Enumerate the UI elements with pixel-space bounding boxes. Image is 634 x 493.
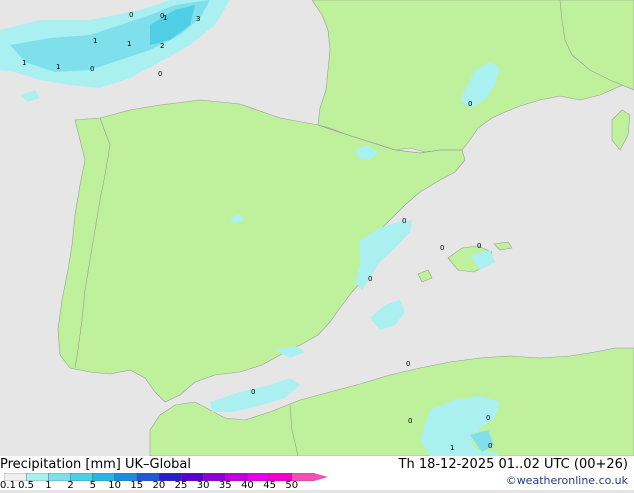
precip-label: 1 (127, 40, 131, 48)
map-title: Precipitation [mm] UK–Global (0, 457, 192, 472)
precipitation-map: 0 1 3 1 1 2 1 1 0 0 0 0 0 0 0 0 0 0 0 0 … (0, 0, 634, 490)
precip-label: 3 (196, 15, 200, 23)
valid-time: Th 18-12-2025 01..02 UTC (00+26) (398, 457, 629, 472)
scale-tick-label: 10 (108, 480, 121, 491)
precip-label: 0 (477, 242, 481, 250)
scale-tick-label: 30 (196, 480, 210, 491)
precip-label: 0 (440, 244, 444, 252)
precip-label: 0 (251, 388, 255, 396)
precip-label: 0 (160, 12, 164, 20)
precip-label: 0 (129, 11, 133, 19)
precip-label: 0 (488, 442, 492, 450)
scale-tick-label: 50 (285, 480, 299, 491)
legend-bar: Precipitation [mm] UK–Global Th 18-12-20… (0, 456, 634, 493)
precip-label: 0 (406, 360, 410, 368)
scale-tick-label: 15 (130, 480, 144, 491)
scale-tick-label: 0.5 (18, 480, 35, 491)
color-scale (4, 473, 328, 481)
scale-tick-label: 35 (218, 480, 232, 491)
scale-tick-label: 5 (89, 480, 96, 491)
precip-label: 2 (160, 42, 164, 50)
credit-link[interactable]: ©weatheronline.co.uk (506, 474, 628, 487)
precip-label: 1 (450, 444, 454, 452)
scale-tick-label: 0.1 (0, 480, 16, 491)
precip-label: 1 (93, 37, 97, 45)
precip-label: 1 (22, 59, 26, 67)
scale-arrow (314, 473, 328, 481)
precip-label: 1 (56, 63, 60, 71)
precip-label: 0 (90, 65, 94, 73)
precip-label: 0 (158, 70, 162, 78)
scale-tick-label: 2 (67, 480, 74, 491)
scale-tick-label: 40 (241, 480, 254, 491)
scale-tick-label: 45 (263, 480, 276, 491)
precip-label: 0 (486, 414, 490, 422)
scale-tick-labels: 0.1 0.5 1 2 5 10 15 20 25 30 35 40 45 50 (0, 480, 330, 493)
scale-tick-label: 20 (152, 480, 166, 491)
precip-label: 0 (402, 217, 406, 225)
precip-label: 0 (408, 417, 412, 425)
scale-tick-label: 25 (174, 480, 188, 491)
precip-label: 0 (368, 275, 372, 283)
scale-tick-label: 1 (45, 480, 52, 491)
precip-label: 0 (468, 100, 472, 108)
